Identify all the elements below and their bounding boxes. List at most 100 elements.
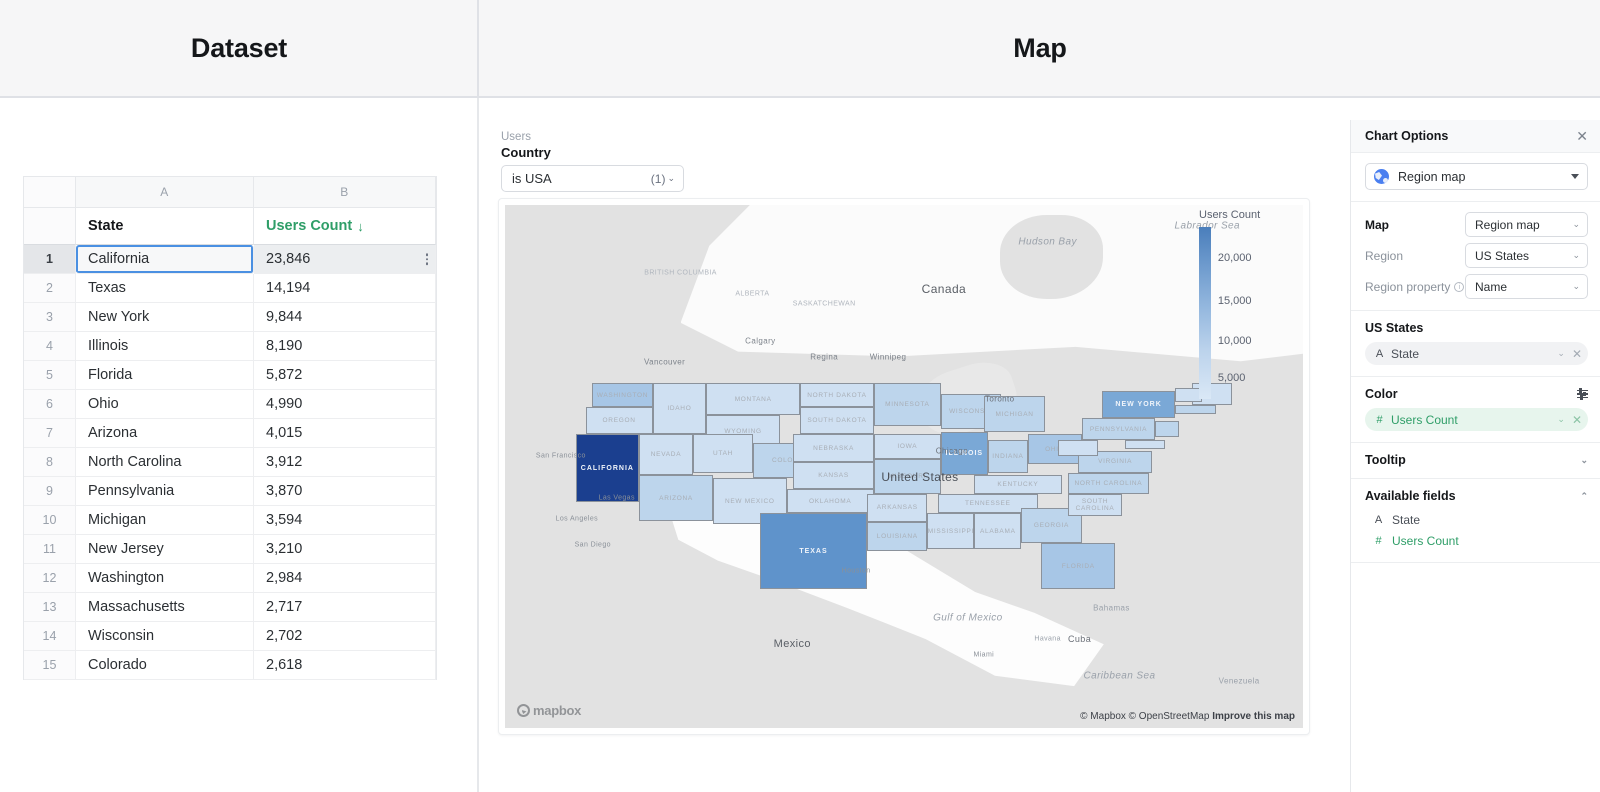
cell-users-count[interactable]: 3,912 (254, 448, 436, 477)
table-row[interactable]: 13 Massachusetts 2,717 (24, 593, 436, 622)
option-select[interactable]: US States ⌄ (1465, 243, 1588, 268)
map-state-oregon[interactable]: OREGON (585, 407, 653, 435)
map-state-west-virginia[interactable] (1058, 439, 1099, 457)
cell-state[interactable]: Illinois (76, 332, 254, 361)
option-select[interactable]: Region map ⌄ (1465, 212, 1588, 237)
map-state-california[interactable]: CALIFORNIA (575, 434, 640, 503)
row-number[interactable]: 9 (24, 477, 76, 506)
cell-state[interactable]: Wisconsin (76, 622, 254, 651)
map-state-texas[interactable]: TEXAS (759, 513, 868, 590)
cell-users-count[interactable]: 23,846 (254, 245, 436, 274)
row-number[interactable]: 6 (24, 390, 76, 419)
table-row[interactable]: 6 Ohio 4,990 (24, 390, 436, 419)
cell-state[interactable]: Massachusetts (76, 593, 254, 622)
row-menu-icon[interactable] (425, 253, 428, 265)
table-row[interactable]: 11 New Jersey 3,210 (24, 535, 436, 564)
cell-state[interactable]: Ohio (76, 390, 254, 419)
map-state-oklahoma[interactable]: OKLAHOMA (786, 488, 874, 514)
option-select[interactable]: Name ⌄ (1465, 274, 1588, 299)
chevron-down-icon[interactable]: ⌄ (1557, 414, 1565, 425)
table-row[interactable]: 14 Wisconsin 2,702 (24, 622, 436, 651)
tooltip-section[interactable]: Tooltip ⌄ (1351, 443, 1600, 479)
map-canvas[interactable]: WASHINGTON OREGON CALIFORNIA NEVADA IDAHO MON… (505, 205, 1303, 728)
color-field-pill[interactable]: # Users Count ⌄ ✕ (1365, 408, 1588, 431)
column-letter-a[interactable]: A (76, 177, 254, 208)
cell-state[interactable]: New Jersey (76, 535, 254, 564)
map-state-illinois[interactable]: ILLINOIS (940, 431, 988, 476)
cell-users-count[interactable]: 5,872 (254, 361, 436, 390)
cell-users-count[interactable]: 2,702 (254, 622, 436, 651)
cell-users-count[interactable]: 9,844 (254, 303, 436, 332)
info-icon[interactable]: i (1454, 281, 1465, 292)
cell-users-count[interactable]: 2,618 (254, 651, 436, 680)
map-state-new-york[interactable]: NEW YORK (1101, 390, 1176, 419)
map-state-kentucky[interactable]: KENTUCKY (974, 475, 1062, 495)
row-number[interactable]: 13 (24, 593, 76, 622)
cell-users-count[interactable]: 3,870 (254, 477, 436, 506)
cell-state[interactable]: New York (76, 303, 254, 332)
map-state-south-carolina[interactable]: SOUTH CAROLINA (1068, 494, 1122, 517)
row-number[interactable]: 12 (24, 564, 76, 593)
chart-type-selector[interactable]: Region map (1365, 163, 1588, 190)
table-row[interactable]: 3 New York 9,844 (24, 303, 436, 332)
cell-state[interactable]: North Carolina (76, 448, 254, 477)
map-state-alabama[interactable]: ALABAMA (974, 513, 1022, 549)
row-number[interactable]: 5 (24, 361, 76, 390)
map-state-minnesota[interactable]: MINNESOTA (873, 382, 941, 427)
row-number[interactable]: 4 (24, 332, 76, 361)
cell-users-count[interactable]: 8,190 (254, 332, 436, 361)
map-state-north-carolina[interactable]: NORTH CAROLINA (1068, 472, 1149, 495)
cell-users-count[interactable]: 14,194 (254, 274, 436, 303)
chevron-down-icon[interactable]: ⌄ (1580, 455, 1588, 466)
table-row[interactable]: 10 Michigan 3,594 (24, 506, 436, 535)
cell-users-count[interactable]: 2,717 (254, 593, 436, 622)
row-number[interactable]: 7 (24, 419, 76, 448)
improve-this-map-link[interactable]: Improve this map (1212, 711, 1295, 722)
row-number[interactable]: 2 (24, 274, 76, 303)
table-row[interactable]: 8 North Carolina 3,912 (24, 448, 436, 477)
chevron-up-icon[interactable]: ⌃ (1580, 491, 1588, 502)
row-number[interactable]: 3 (24, 303, 76, 332)
cell-state[interactable]: California (76, 245, 254, 274)
cell-users-count[interactable]: 3,594 (254, 506, 436, 535)
cell-users-count[interactable]: 2,984 (254, 564, 436, 593)
map-state-new-jersey[interactable] (1155, 420, 1179, 438)
table-row[interactable]: 5 Florida 5,872 (24, 361, 436, 390)
map-state-mississippi[interactable]: MISSISSIPPI (927, 513, 975, 549)
sort-descending-icon[interactable]: ↓ (357, 219, 364, 234)
remove-field-icon[interactable]: ✕ (1572, 414, 1582, 426)
close-icon[interactable]: ✕ (1576, 129, 1588, 143)
map-state-arizona[interactable]: ARIZONA (639, 475, 713, 522)
map-state-florida[interactable]: FLORIDA (1041, 543, 1116, 590)
settings-sliders-icon[interactable] (1577, 388, 1588, 399)
map-state-montana[interactable]: MONTANA (706, 382, 801, 416)
cell-state[interactable]: Washington (76, 564, 254, 593)
cell-state[interactable]: Texas (76, 274, 254, 303)
table-row[interactable]: 9 Pennsylvania 3,870 (24, 477, 436, 506)
available-field-item[interactable]: A State (1365, 509, 1588, 530)
table-row[interactable]: 1 California 23,846 (24, 245, 436, 274)
cell-state[interactable]: Michigan (76, 506, 254, 535)
field-header-users-count[interactable]: Users Count ↓ (254, 208, 436, 245)
table-row[interactable]: 12 Washington 2,984 (24, 564, 436, 593)
us-states-field-pill[interactable]: A State ⌄ ✕ (1365, 342, 1588, 365)
map-state-nebraska[interactable]: NEBRASKA (793, 434, 874, 462)
map-state-idaho[interactable]: IDAHO (652, 382, 707, 435)
map-state-nevada[interactable]: NEVADA (639, 434, 693, 476)
map-state-massachusetts[interactable] (1175, 404, 1216, 415)
row-number[interactable]: 11 (24, 535, 76, 564)
map-state-michigan[interactable]: MICHIGAN (984, 396, 1045, 432)
field-header-state[interactable]: State (76, 208, 254, 245)
map-state-north-dakota[interactable]: NORTH DAKOTA (800, 382, 874, 408)
map-state-arkansas[interactable]: ARKANSAS (867, 494, 928, 522)
column-letter-b[interactable]: B (254, 177, 436, 208)
table-row[interactable]: 15 Colorado 2,618 (24, 651, 436, 680)
us-states-choropleth[interactable]: WASHINGTON OREGON CALIFORNIA NEVADA IDAHO MON… (569, 382, 1239, 655)
corner-cell[interactable] (24, 177, 76, 208)
table-row[interactable]: 7 Arizona 4,015 (24, 419, 436, 448)
map-state-indiana[interactable]: INDIANA (987, 439, 1028, 473)
row-number[interactable]: 14 (24, 622, 76, 651)
cell-state[interactable]: Arizona (76, 419, 254, 448)
row-number[interactable]: 8 (24, 448, 76, 477)
table-row[interactable]: 2 Texas 14,194 (24, 274, 436, 303)
